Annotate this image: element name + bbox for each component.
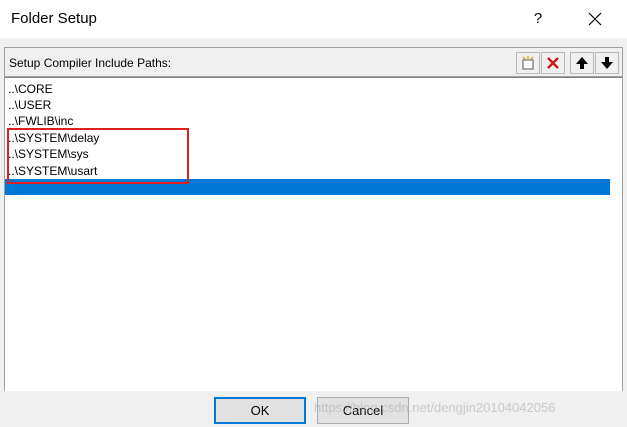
panel-label: Setup Compiler Include Paths: — [9, 56, 172, 70]
annotation-highlight-box — [7, 128, 189, 184]
move-down-icon — [601, 57, 613, 69]
include-paths-panel: Setup Compiler Include Paths: ..\CORE ..… — [4, 47, 623, 391]
new-path-button[interactable] — [516, 52, 540, 74]
window-title: Folder Setup — [11, 10, 97, 27]
include-path-list[interactable]: ..\CORE ..\USER ..\FWLIB\inc ..\SYSTEM\d… — [5, 77, 622, 391]
list-item[interactable]: ..\FWLIB\inc — [8, 113, 73, 129]
ok-button[interactable]: OK — [214, 397, 306, 424]
close-button[interactable] — [580, 8, 610, 30]
list-item[interactable]: ..\USER — [8, 97, 51, 113]
close-icon — [588, 12, 602, 26]
help-button[interactable]: ? — [526, 8, 550, 30]
new-folder-icon — [522, 56, 534, 70]
cancel-button[interactable]: Cancel — [317, 397, 409, 424]
delete-icon — [547, 57, 559, 69]
move-up-icon — [576, 57, 588, 69]
move-up-button[interactable] — [570, 52, 594, 74]
list-item[interactable]: ..\CORE — [8, 81, 53, 97]
title-bar: Folder Setup ? — [0, 0, 627, 38]
delete-path-button[interactable] — [541, 52, 565, 74]
move-down-button[interactable] — [595, 52, 619, 74]
panel-header: Setup Compiler Include Paths: — [5, 48, 622, 77]
